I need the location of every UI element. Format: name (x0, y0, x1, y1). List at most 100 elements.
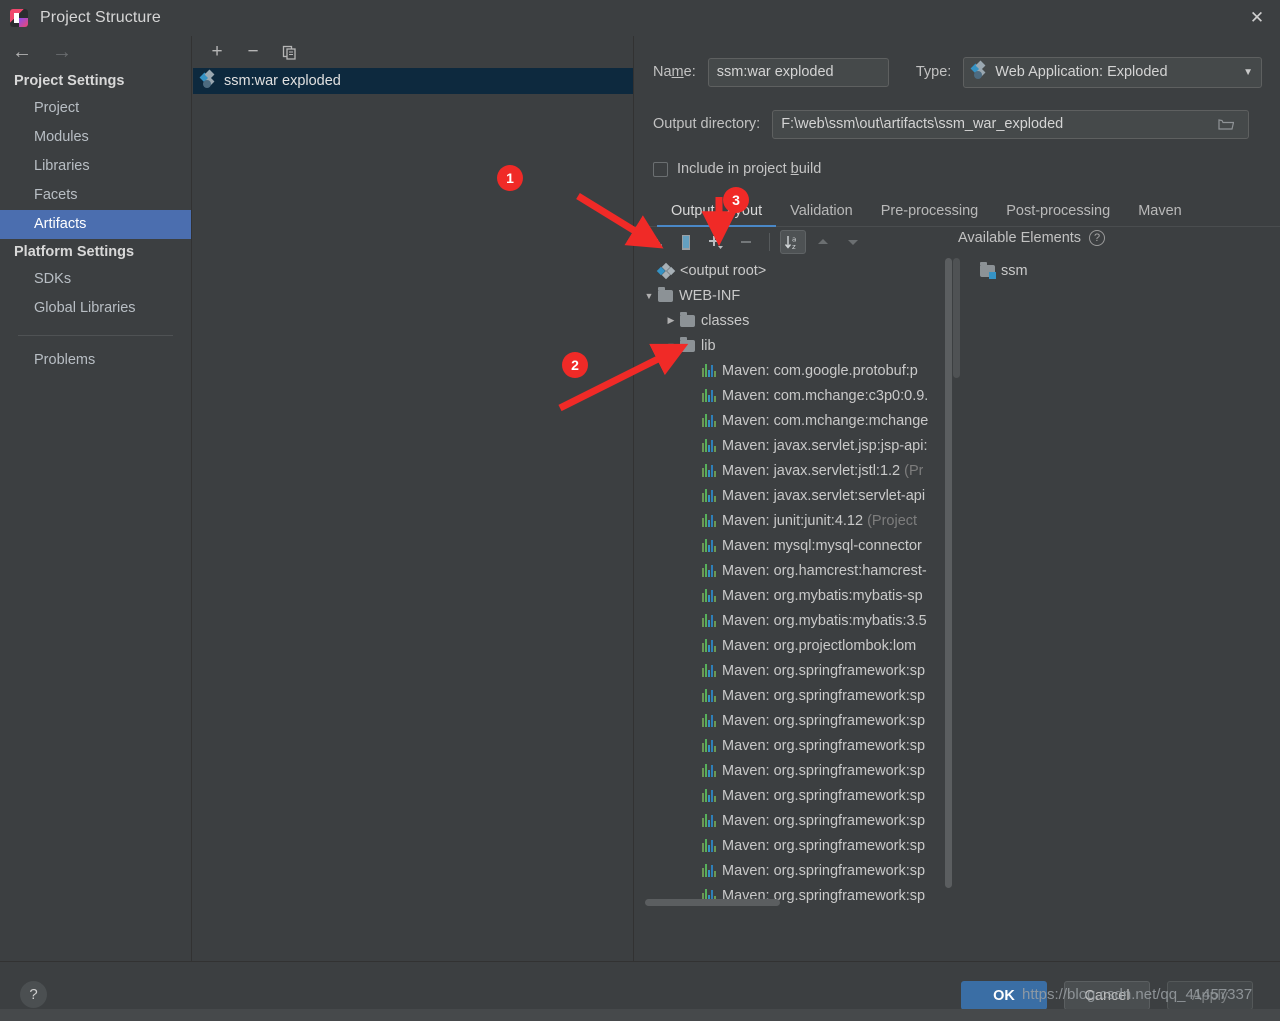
tree-row-label: Maven: org.mybatis:mybatis-sp (722, 587, 923, 604)
add-artifact-button[interactable]: + (205, 40, 229, 64)
tree-row[interactable]: Maven: org.springframework:sp (640, 758, 958, 783)
type-label: Type: (915, 64, 952, 80)
tree-row[interactable]: Maven: com.mchange:mchange (640, 408, 958, 433)
remove-artifact-button[interactable]: − (241, 40, 265, 64)
sidebar-divider (18, 335, 173, 336)
tree-row[interactable]: Maven: org.springframework:sp (640, 833, 958, 858)
sidebar-item-sdks[interactable]: SDKs (0, 265, 191, 294)
help-circle-icon[interactable]: ? (1089, 230, 1106, 246)
folder-open-icon[interactable] (1212, 110, 1241, 138)
tree-row[interactable]: Maven: org.springframework:sp (640, 683, 958, 708)
sidebar-item-global-libraries[interactable]: Global Libraries (0, 294, 191, 323)
tree-row[interactable]: Maven: mysql:mysql-connector (640, 533, 958, 558)
tree-row-label: Maven: org.springframework:sp (722, 787, 926, 804)
name-label: Name: (653, 64, 696, 80)
tree-row[interactable]: <output root> (640, 258, 958, 283)
scrollbar-thumb[interactable] (953, 258, 960, 378)
arrow-right-icon[interactable]: → (52, 42, 72, 62)
chevron-down-icon[interactable]: ▼ (640, 291, 658, 301)
tree-row[interactable]: Maven: javax.servlet:servlet-api (640, 483, 958, 508)
output-directory-input[interactable]: F:\web\ssm\out\artifacts\ssm_war_explode… (772, 109, 1250, 139)
arrow-left-icon[interactable]: ← (12, 42, 32, 62)
tab-maven[interactable]: Maven (1124, 203, 1196, 226)
tree-row[interactable]: Maven: org.hamcrest:hamcrest- (640, 558, 958, 583)
tree-row[interactable]: ▼ WEB-INF (640, 283, 958, 308)
artifact-label: ssm:war exploded (224, 73, 341, 89)
tab-post-processing[interactable]: Post-processing (992, 203, 1124, 226)
tree-row[interactable]: Maven: org.springframework:sp (640, 808, 958, 833)
plus-dropdown-icon[interactable] (703, 230, 729, 254)
tree-row-label: Maven: junit:junit:4.12 (Project (722, 512, 918, 529)
tab-pre-processing[interactable]: Pre-processing (867, 203, 993, 226)
chevron-down-icon[interactable] (840, 230, 866, 254)
intellij-idea-icon (10, 9, 28, 27)
tree-row[interactable]: Maven: org.mybatis:mybatis-sp (640, 583, 958, 608)
folder-add-icon[interactable] (643, 230, 669, 254)
tree-row-label: classes (701, 312, 750, 329)
sidebar-group-platform-settings: Platform Settings (14, 244, 135, 260)
sidebar-item-artifacts[interactable]: Artifacts (0, 210, 191, 239)
detail-tabs: Output Layout Validation Pre-processing … (635, 194, 1280, 227)
scrollbar-thumb[interactable] (645, 899, 780, 906)
tree-row-label: Maven: com.mchange:mchange (722, 412, 929, 429)
sidebar-item-project[interactable]: Project (0, 94, 191, 123)
chevron-down-icon[interactable]: ▼ (662, 341, 680, 351)
tree-row[interactable]: Maven: org.springframework:sp (640, 708, 958, 733)
tree-row[interactable]: Maven: org.springframework:sp (640, 733, 958, 758)
tree-row-label: Maven: org.springframework:sp (722, 812, 926, 829)
artifact-type-select[interactable]: Web Application: Exploded ▼ (963, 56, 1262, 88)
tree-row[interactable]: ▼ lib (640, 333, 958, 358)
tree-row[interactable]: Maven: org.springframework:sp (640, 658, 958, 683)
tree-row[interactable]: Maven: com.mchange:c3p0:0.9. (640, 383, 958, 408)
tree-row-hint: (Pr (904, 462, 924, 479)
tree-row[interactable]: Maven: com.google.protobuf:p (640, 358, 958, 383)
available-elements-tree[interactable]: ssm (962, 258, 1262, 898)
tree-row[interactable]: Maven: org.projectlombok:lom (640, 633, 958, 658)
sidebar-item-libraries[interactable]: Libraries (0, 152, 191, 181)
sidebar-item-facets[interactable]: Facets (0, 181, 191, 210)
tree-row[interactable]: Maven: org.mybatis:mybatis:3.5 (640, 608, 958, 633)
tab-validation[interactable]: Validation (776, 203, 867, 226)
tree-row[interactable]: Maven: javax.servlet:jstl:1.2 (Pr (640, 458, 958, 483)
list-item[interactable]: ssm:war exploded (193, 68, 633, 94)
tree-horizontal-scrollbar[interactable] (640, 898, 945, 907)
library-icon (702, 789, 716, 802)
sidebar-item-modules[interactable]: Modules (0, 123, 191, 152)
include-in-project-build-checkbox[interactable] (653, 161, 668, 177)
tree-row-label: Maven: org.hamcrest:hamcrest- (722, 562, 927, 579)
library-icon (702, 639, 716, 652)
help-button[interactable]: ? (20, 981, 47, 1008)
available-element-row[interactable]: ssm (962, 258, 1262, 283)
sidebar-item-problems[interactable]: Problems (0, 346, 191, 375)
tree-row[interactable]: Maven: javax.servlet.jsp:jsp-api: (640, 433, 958, 458)
output-directory-label: Output directory: (653, 116, 761, 132)
minus-icon[interactable] (733, 230, 759, 254)
library-icon (702, 564, 716, 577)
sort-az-icon[interactable]: a z (780, 230, 806, 254)
close-icon[interactable]: ✕ (1234, 0, 1280, 36)
tree-row-label: Maven: org.mybatis:mybatis:3.5 (722, 612, 927, 629)
output-layout-tree[interactable]: <output root> ▼ WEB-INF ▶ classes ▼ lib Maven: … (640, 258, 958, 908)
library-icon (702, 739, 716, 752)
chevron-up-icon[interactable] (810, 230, 836, 254)
archive-icon[interactable] (673, 230, 699, 254)
cancel-button[interactable]: Cancel (1064, 981, 1150, 1010)
tree-row[interactable]: Maven: org.springframework:sp (640, 858, 958, 883)
artifact-list[interactable]: ssm:war exploded (193, 68, 633, 961)
library-icon (702, 439, 716, 452)
artifact-name-input[interactable]: ssm:war exploded (707, 57, 889, 87)
tab-output-layout[interactable]: Output Layout (657, 203, 777, 227)
ok-button[interactable]: OK (961, 981, 1047, 1010)
tree-row[interactable]: Maven: org.springframework:sp (640, 783, 958, 808)
tree-vertical-scrollbar[interactable] (944, 258, 953, 903)
apply-button[interactable]: Apply (1167, 981, 1253, 1010)
scrollbar-thumb[interactable] (945, 258, 952, 888)
folder-icon (680, 336, 695, 352)
tree-row[interactable]: ▶ classes (640, 308, 958, 333)
available-elements-scrollbar[interactable] (953, 258, 961, 378)
tree-row[interactable]: Maven: junit:junit:4.12 (Project (640, 508, 958, 533)
chevron-right-icon[interactable]: ▶ (662, 315, 680, 326)
available-elements-header: Available Elements ? (958, 230, 1106, 246)
sidebar-group-project-settings: Project Settings (14, 73, 125, 89)
copy-artifact-button[interactable] (277, 40, 301, 64)
